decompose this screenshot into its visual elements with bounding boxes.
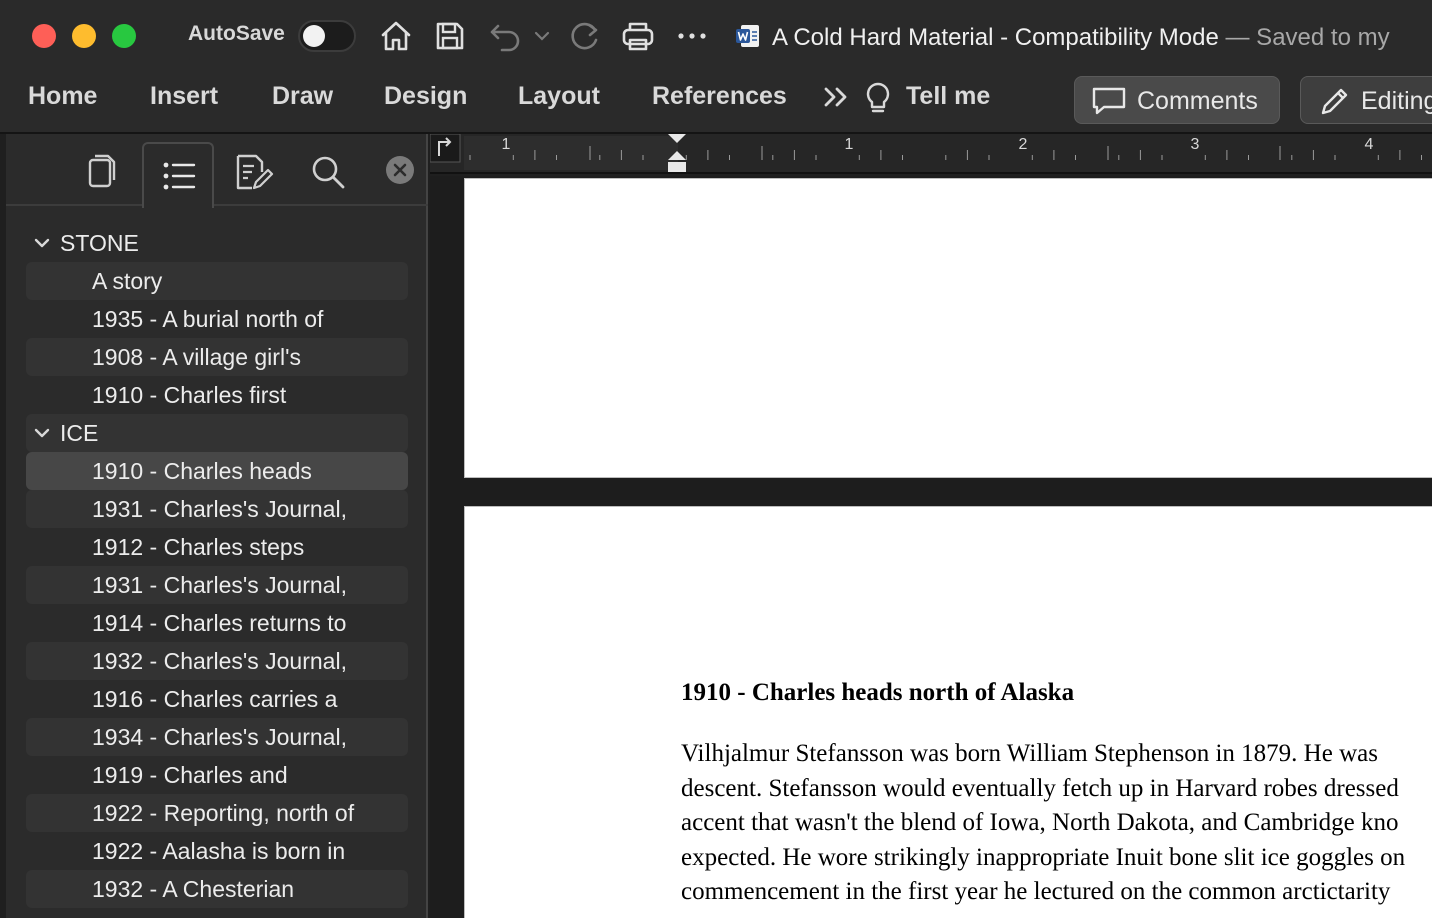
thumbnails-icon[interactable]: [78, 150, 122, 194]
outline-item-label: STONE: [60, 230, 139, 256]
outline-item-label: 1919 - Charles and: [92, 762, 288, 788]
tab-home[interactable]: Home: [28, 82, 97, 111]
outline-item[interactable]: 1931 - Charles's Journal,: [26, 490, 408, 528]
home-icon[interactable]: [376, 16, 416, 56]
text-line: Vilhjalmur Stefansson was born William S…: [681, 740, 1378, 767]
ruler-number: 1: [845, 136, 854, 153]
comments-button[interactable]: Comments: [1074, 76, 1280, 124]
outline-item[interactable]: 1934 - Charles's Journal,: [26, 718, 408, 756]
close-window-button[interactable]: [32, 24, 56, 48]
outline-item[interactable]: 1908 - A village girl's: [26, 338, 408, 376]
outline-item-label: 1934 - Charles's Journal,: [92, 724, 347, 750]
document-page[interactable]: 1910 - Charles heads north of Alaska Vil…: [464, 506, 1432, 918]
outline-item-label: 1914 - Charles returns to: [92, 610, 347, 636]
outline-item-label: 1910 - Charles heads: [92, 458, 312, 484]
undo-icon[interactable]: [486, 16, 526, 56]
autosave-label: AutoSave: [188, 22, 285, 45]
left-indent-marker: [668, 162, 686, 172]
pencil-icon: [1321, 88, 1348, 115]
more-options-icon[interactable]: [672, 16, 712, 56]
text-line: expected. He wore strikingly inappropria…: [681, 843, 1406, 871]
outline-item[interactable]: 1919 - Charles and: [26, 756, 408, 794]
text-line: descent. Stefansson would eventually fet…: [681, 774, 1399, 802]
print-icon[interactable]: [618, 16, 658, 56]
tab-layout[interactable]: Layout: [518, 82, 600, 111]
save-icon[interactable]: [430, 16, 470, 56]
toggle-knob: [303, 25, 325, 47]
outline-item-label: ICE: [60, 420, 99, 446]
ruler-number: 2: [1019, 136, 1028, 153]
save-status: — Saved to my: [1218, 24, 1390, 51]
outline-item-label: 1931 - Charles's Journal,: [92, 572, 347, 598]
close-pane-icon[interactable]: [386, 156, 414, 184]
navigation-pane-toolbar: [6, 134, 428, 208]
search-icon[interactable]: [306, 150, 350, 194]
tell-me-search[interactable]: Tell me: [906, 82, 990, 111]
document-canvas: 1910 - Charles heads north of Alaska Vil…: [430, 176, 1432, 918]
document-page[interactable]: [464, 178, 1432, 478]
text-line: accent that wasn't the blend of Iowa, No…: [681, 809, 1399, 836]
outline-item[interactable]: 1914 - Charles returns to: [26, 604, 408, 642]
minimize-window-button[interactable]: [72, 24, 96, 48]
review-edits-icon[interactable]: [232, 150, 276, 194]
tab-insert[interactable]: Insert: [150, 82, 218, 111]
tab-draw[interactable]: Draw: [272, 82, 333, 111]
outline-heading[interactable]: ICE: [26, 414, 408, 452]
document-outline-icon[interactable]: [142, 142, 214, 208]
comments-label: Comments: [1137, 87, 1258, 115]
tab-design[interactable]: Design: [384, 82, 467, 111]
outline-item[interactable]: 1910 - Charles heads: [26, 452, 408, 490]
outline-item[interactable]: 1910 - Charles first: [26, 376, 408, 414]
chevron-down-icon[interactable]: [32, 233, 52, 253]
more-tabs-chevron-icon[interactable]: [822, 82, 852, 112]
outline-item-label: 1922 - Reporting, north of: [92, 800, 355, 826]
outline-item[interactable]: 1916 - Charles carries a: [26, 680, 408, 718]
outline-item[interactable]: 1931 - Charles's Journal,: [26, 566, 408, 604]
horizontal-ruler[interactable]: 1 1 2 3 4: [430, 134, 1432, 174]
ruler-number: 3: [1191, 136, 1200, 153]
word-document-icon: [736, 25, 759, 47]
redo-icon[interactable]: [564, 16, 604, 56]
autosave-toggle[interactable]: [298, 20, 356, 52]
ruler-number: 4: [1365, 136, 1374, 153]
ruler-number: 1: [502, 136, 511, 153]
fullscreen-window-button[interactable]: [112, 24, 136, 48]
outline-item[interactable]: 1932 - Charles's Journal,: [26, 642, 408, 680]
outline-heading[interactable]: STONE: [26, 224, 408, 262]
lightbulb-icon: [866, 82, 890, 113]
comment-bubble-icon: [1092, 87, 1126, 115]
outline-item-label: 1932 - A Chesterian: [92, 876, 295, 902]
outline-item[interactable]: 1922 - Reporting, north of: [26, 794, 408, 832]
outline-item[interactable]: 1932 - A Chesterian: [26, 870, 408, 908]
chevron-down-icon[interactable]: [32, 423, 52, 443]
document-title: A Cold Hard Material - Compatibility Mod…: [734, 22, 1390, 52]
editing-mode-button[interactable]: Editing: [1300, 76, 1432, 124]
tab-references[interactable]: References: [652, 82, 787, 111]
outline-item-label: 1908 - A village girl's: [92, 344, 301, 370]
outline-item-label: 1922 - Aalasha is born in: [92, 838, 346, 864]
outline-item-label: 1910 - Charles first: [92, 382, 287, 408]
outline-item-label: 1932 - Charles's Journal,: [92, 648, 347, 674]
outline-item[interactable]: 1922 - Aalasha is born in: [26, 832, 408, 870]
title-bar: AutoSave A Cold Hard Material - Compatib…: [0, 0, 1432, 72]
outline-item[interactable]: A story: [26, 262, 408, 300]
text-line: commencement in the first year he lectur…: [681, 878, 1391, 905]
body-text[interactable]: Vilhjalmur Stefansson was born William S…: [681, 737, 1432, 910]
outline-item-label: 1912 - Charles steps: [92, 534, 305, 560]
navigation-pane: STONE A story 1935 - A burial north of 1908…: [6, 134, 428, 918]
outline-item-label: 1935 - A burial north of: [92, 306, 324, 332]
section-heading[interactable]: 1910 - Charles heads north of Alaska: [681, 679, 1074, 707]
editing-label: Editing: [1361, 87, 1432, 115]
outline-item-label: A story: [92, 268, 163, 294]
outline-item-label: 1931 - Charles's Journal,: [92, 496, 347, 522]
outline-item[interactable]: 1935 - A burial north of: [26, 300, 408, 338]
document-name: A Cold Hard Material - Compatibility Mod…: [772, 24, 1219, 51]
undo-dropdown-chevron-icon[interactable]: [530, 16, 554, 56]
outline-item-label: 1916 - Charles carries a: [92, 686, 338, 712]
ribbon-tabs: Home Insert Draw Design Layout Reference…: [0, 72, 1432, 134]
outline-item[interactable]: 1912 - Charles steps: [26, 528, 408, 566]
outline-list: STONE A story 1935 - A burial north of 1908…: [26, 224, 408, 908]
